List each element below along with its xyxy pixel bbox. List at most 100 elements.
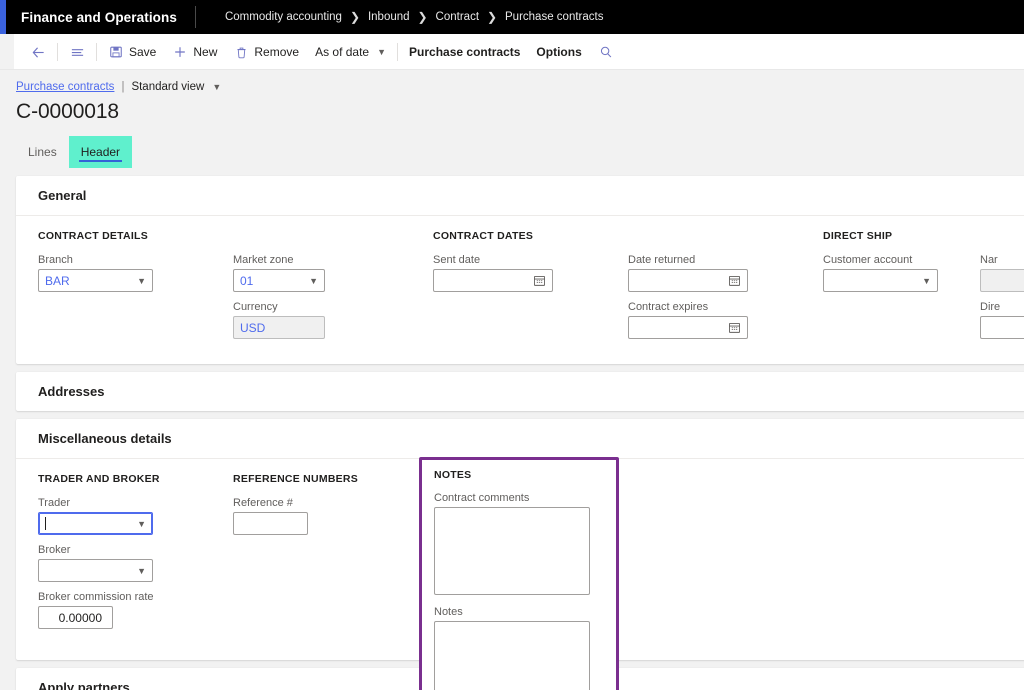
view-selector[interactable]: Standard view ▼ (131, 81, 221, 93)
field-broker-commission-rate-label: Broker commission rate (38, 591, 154, 603)
save-label: Save (129, 45, 157, 59)
group-trader-and-broker: TRADER AND BROKER Trader ▼ Broker ▼ Brok… (38, 473, 233, 638)
options-label: Options (536, 45, 582, 59)
toolbar-left-gutter (0, 34, 14, 69)
reference-number-input[interactable] (233, 512, 308, 535)
branch-value: BAR (45, 273, 70, 288)
field-market-zone: Market zone 01 ▼ (233, 254, 433, 292)
group-reference-numbers: REFERENCE NUMBERS Reference # (233, 473, 428, 638)
chevron-down-icon: ▼ (137, 565, 146, 576)
toolbar-divider (96, 43, 97, 61)
field-contract-comments: Contract comments (434, 492, 616, 595)
options-menu[interactable]: Options (528, 39, 589, 65)
name-field (980, 269, 1024, 292)
parent-page-link[interactable]: Purchase contracts (16, 81, 114, 93)
header-separator: | (121, 81, 125, 93)
calendar-icon[interactable] (728, 274, 741, 287)
field-name: Nar (980, 254, 1024, 292)
chevron-down-icon: ▼ (137, 518, 146, 529)
group-contract-dates-title: CONTRACT DATES (433, 230, 534, 242)
panel-general-body: CONTRACT DETAILS Branch BAR ▼ Market zon… (16, 215, 1024, 364)
field-broker: Broker ▼ (38, 544, 233, 582)
tab-header[interactable]: Header (68, 136, 133, 168)
group-market: Market zone 01 ▼ Currency USD (233, 230, 433, 348)
breadcrumb-item-inbound[interactable]: Inbound (365, 11, 413, 23)
toolbar-divider (397, 43, 399, 61)
plus-icon (172, 44, 188, 60)
purchase-contracts-label: Purchase contracts (409, 45, 521, 59)
toolbar-divider (57, 43, 58, 61)
save-disk-icon (108, 44, 124, 60)
trader-combobox[interactable]: ▼ (38, 512, 153, 535)
new-label: New (193, 45, 218, 59)
customer-account-combobox[interactable]: ▼ (823, 269, 938, 292)
field-broker-commission-rate: Broker commission rate 0.00000 (38, 591, 233, 629)
field-contract-expires: Contract expires (628, 301, 823, 339)
market-zone-combobox[interactable]: 01 ▼ (233, 269, 325, 292)
chevron-down-icon: ▼ (377, 47, 387, 57)
page-content: Purchase contracts | Standard view ▼ C-0… (0, 70, 1024, 690)
breadcrumb-item-contract[interactable]: Contract (433, 11, 482, 23)
brand-accent-bar (0, 0, 6, 34)
field-currency-label: Currency (233, 301, 278, 313)
notes-textarea[interactable] (434, 621, 590, 690)
trash-icon (233, 44, 249, 60)
group-dates-right: Date returned Contract expires (628, 230, 823, 348)
as-of-date-menu[interactable]: As of date ▼ (307, 39, 394, 65)
field-sent-date: Sent date (433, 254, 628, 292)
field-reference-number-label: Reference # (233, 497, 293, 509)
group-contract-details-title: CONTRACT DETAILS (38, 230, 148, 242)
chevron-down-icon: ▼ (212, 82, 222, 92)
broker-commission-rate-value: 0.00000 (58, 610, 102, 625)
group-contract-dates: CONTRACT DATES Sent date (433, 230, 628, 348)
field-reference-number: Reference # (233, 497, 428, 535)
sent-date-input[interactable] (433, 269, 553, 292)
breadcrumb: Commodity accounting ❯ Inbound ❯ Contrac… (196, 10, 606, 24)
breadcrumb-item-commodity-accounting[interactable]: Commodity accounting (222, 11, 345, 23)
date-returned-input[interactable] (628, 269, 748, 292)
broker-commission-rate-input[interactable]: 0.00000 (38, 606, 113, 629)
field-notes-label: Notes (434, 606, 463, 618)
remove-button[interactable]: Remove (225, 39, 307, 65)
branch-combobox[interactable]: BAR ▼ (38, 269, 153, 292)
field-trader: Trader ▼ (38, 497, 233, 535)
broker-combobox[interactable]: ▼ (38, 559, 153, 582)
as-of-date-label: As of date (315, 45, 370, 59)
command-toolbar: Save New Remove As of date ▼ Purchase co… (0, 34, 1024, 70)
calendar-icon[interactable] (533, 274, 546, 287)
tab-lines[interactable]: Lines (16, 136, 69, 168)
back-button[interactable] (22, 39, 54, 65)
field-contract-expires-label: Contract expires (628, 301, 709, 313)
field-direct-label: Dire (980, 301, 1001, 313)
tab-strip: Lines Header (0, 136, 1024, 168)
new-button[interactable]: New (164, 39, 225, 65)
remove-label: Remove (254, 45, 300, 59)
purchase-contracts-menu[interactable]: Purchase contracts (401, 39, 528, 65)
chevron-down-icon: ▼ (137, 275, 146, 286)
field-sent-date-label: Sent date (433, 254, 481, 266)
field-currency: Currency USD (233, 301, 433, 339)
panel-misc-details: Miscellaneous details TRADER AND BROKER … (16, 419, 1024, 690)
search-icon (598, 44, 614, 60)
contract-comments-textarea[interactable] (434, 507, 590, 595)
group-direct-ship-right: Nar Dire (980, 230, 1024, 348)
direct-field[interactable] (980, 316, 1024, 339)
field-branch-label: Branch (38, 254, 73, 266)
panel-addresses[interactable]: Addresses (16, 372, 1024, 411)
panel-misc-details-body: TRADER AND BROKER Trader ▼ Broker ▼ Brok… (16, 457, 1024, 690)
group-notes-title: NOTES (434, 469, 472, 481)
search-button[interactable] (590, 39, 622, 65)
contract-expires-input[interactable] (628, 316, 748, 339)
breadcrumb-item-purchase-contracts[interactable]: Purchase contracts (502, 11, 606, 23)
chevron-down-icon: ▼ (922, 275, 931, 286)
menu-button[interactable] (61, 39, 93, 65)
panel-general-title: General (38, 188, 87, 203)
save-button[interactable]: Save (100, 39, 164, 65)
text-cursor (45, 517, 46, 530)
chevron-down-icon: ▼ (309, 275, 318, 286)
app-header-bar: Finance and Operations Commodity account… (0, 0, 1024, 34)
field-branch: Branch BAR ▼ (38, 254, 233, 292)
calendar-icon[interactable] (728, 321, 741, 334)
field-date-returned: Date returned (628, 254, 823, 292)
tab-lines-label: Lines (28, 145, 57, 159)
